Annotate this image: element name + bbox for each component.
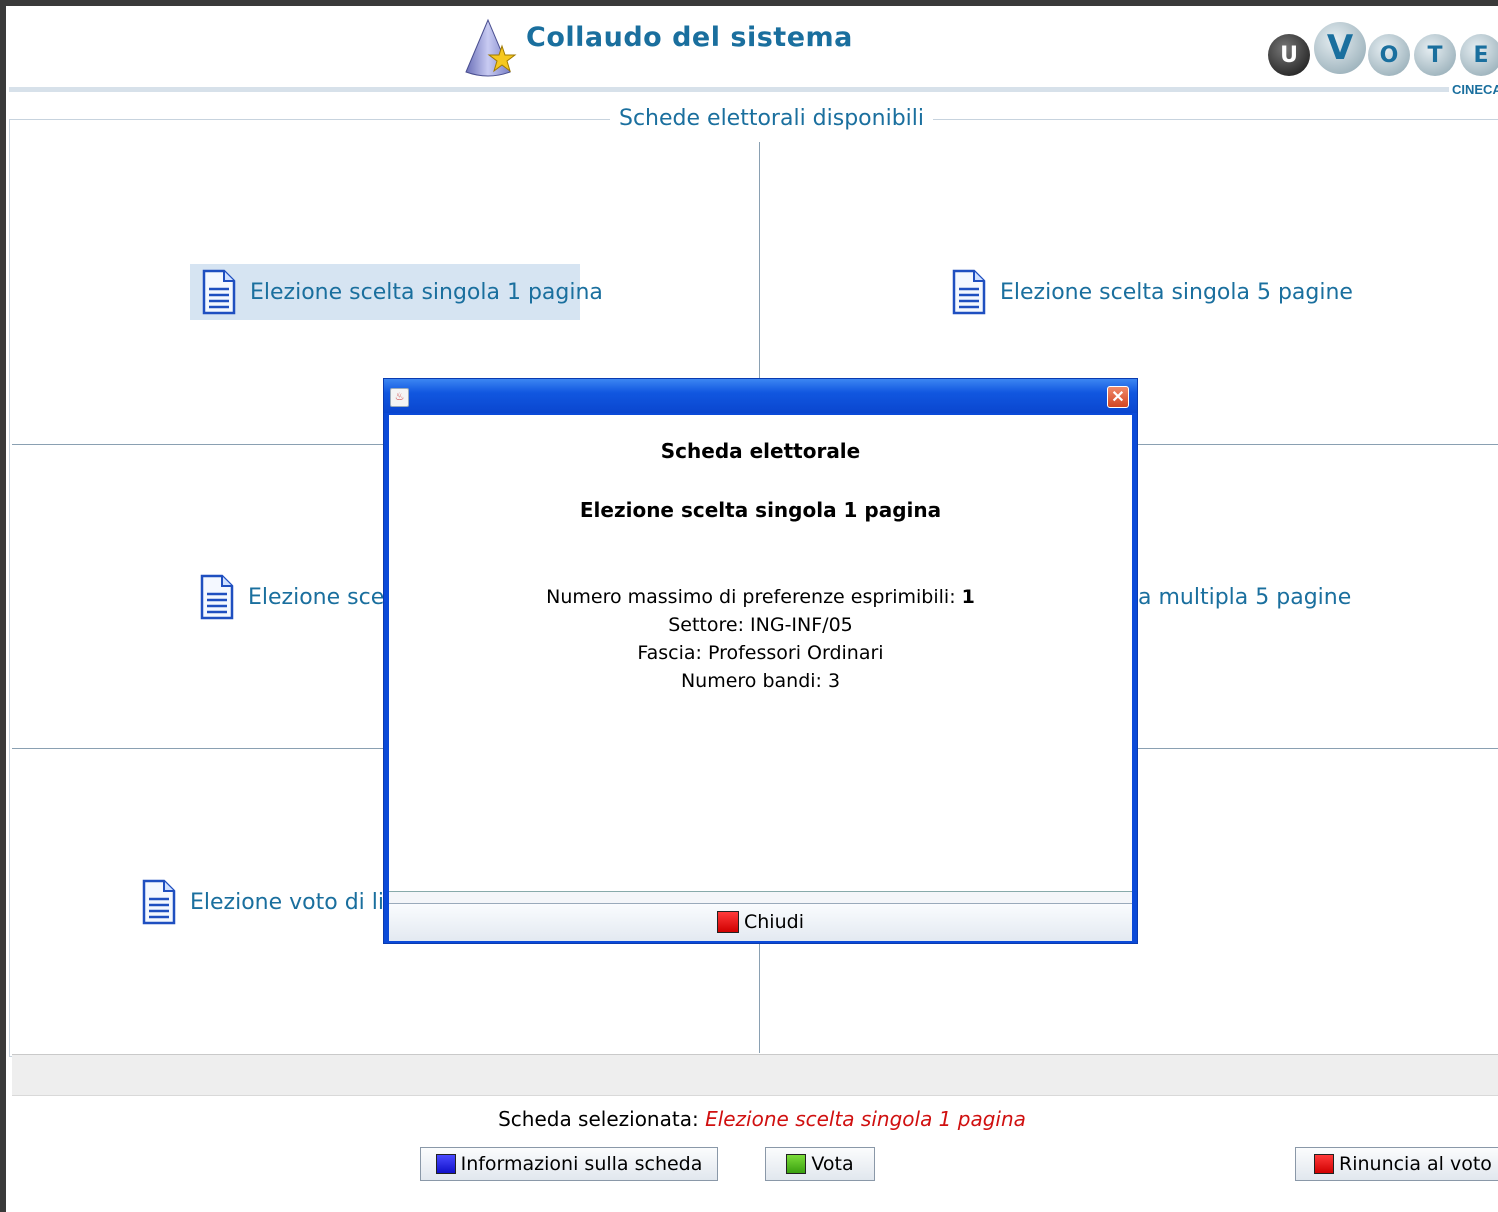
header-divider bbox=[9, 87, 1449, 92]
red-square-icon bbox=[1314, 1154, 1334, 1174]
max-preferences-value: 1 bbox=[961, 586, 975, 608]
document-icon bbox=[142, 879, 176, 925]
dialog-footer: Chiudi bbox=[389, 903, 1132, 941]
blue-square-icon bbox=[435, 1154, 456, 1174]
logo-ball-e: E bbox=[1460, 34, 1498, 76]
renounce-vote-button[interactable]: Rinuncia al voto bbox=[1295, 1147, 1498, 1181]
ballot-group-legend: Schede elettorali disponibili bbox=[610, 106, 933, 131]
ballot-info-dialog: ♨ ✕ Scheda elettorale Elezione scelta si… bbox=[383, 378, 1138, 944]
ballot-item-label: Elezione voto di list bbox=[190, 889, 405, 915]
logo-caption: CINECA bbox=[1452, 82, 1498, 97]
ballot-info-button-label: Informazioni sulla scheda bbox=[460, 1153, 703, 1175]
green-square-icon bbox=[786, 1154, 807, 1174]
status-band bbox=[12, 1054, 1498, 1096]
cone-star-icon bbox=[465, 18, 517, 77]
ballot-item-label: a multipla 5 pagine bbox=[1138, 584, 1352, 610]
selection-value: Elezione scelta singola 1 pagina bbox=[705, 1107, 1026, 1131]
calls-line: Numero bandi: 3 bbox=[680, 670, 841, 692]
page-title: Collaudo del sistema bbox=[526, 22, 853, 53]
ballot-item-label: Elezione scel bbox=[248, 584, 391, 610]
logo-ball-t: T bbox=[1414, 34, 1456, 76]
ballot-item-label: Elezione scelta singola 5 pagine bbox=[1000, 279, 1353, 305]
close-button[interactable]: Chiudi bbox=[717, 909, 804, 935]
sector-line: Settore: ING-INF/05 bbox=[668, 614, 853, 636]
dialog-title: Scheda elettorale bbox=[660, 439, 861, 463]
header: Collaudo del sistema bbox=[460, 16, 853, 80]
document-icon bbox=[200, 574, 234, 620]
band-line: Fascia: Professori Ordinari bbox=[637, 642, 884, 664]
logo-ball-o: O bbox=[1368, 34, 1410, 76]
ballot-item-4[interactable]: a multipla 5 pagine bbox=[1130, 569, 1351, 625]
selection-status: Scheda selezionata: Elezione scelta sing… bbox=[6, 1107, 1498, 1131]
document-icon bbox=[202, 269, 236, 315]
logo-ball-v: V bbox=[1314, 22, 1366, 74]
dialog-subtitle: Elezione scelta singola 1 pagina bbox=[579, 498, 942, 522]
uvote-logo: U V O T E bbox=[1266, 18, 1498, 78]
dialog-footer-gap bbox=[389, 892, 1132, 903]
vote-button-label: Vota bbox=[811, 1153, 854, 1175]
max-preferences-label: Numero massimo di preferenze esprimibili… bbox=[546, 586, 962, 608]
ballot-item-label: Elezione scelta singola 1 pagina bbox=[250, 279, 603, 305]
ballot-info-button[interactable]: Informazioni sulla scheda bbox=[420, 1147, 718, 1181]
red-square-icon bbox=[717, 911, 739, 933]
max-preferences-line: Numero massimo di preferenze esprimibili… bbox=[389, 586, 1132, 608]
dialog-titlebar[interactable]: ♨ ✕ bbox=[384, 379, 1137, 413]
selection-label: Scheda selezionata: bbox=[498, 1107, 699, 1131]
renounce-vote-button-label: Rinuncia al voto bbox=[1339, 1153, 1492, 1175]
vote-button[interactable]: Vota bbox=[765, 1147, 875, 1181]
close-button-label: Chiudi bbox=[744, 911, 804, 933]
document-icon bbox=[952, 269, 986, 315]
dialog-body: Scheda elettorale Elezione scelta singol… bbox=[389, 415, 1132, 892]
logo-ball-u: U bbox=[1268, 34, 1310, 76]
dialog-close-button[interactable]: ✕ bbox=[1107, 386, 1129, 408]
ballot-item-1[interactable]: Elezione scelta singola 1 pagina bbox=[190, 264, 603, 320]
java-icon: ♨ bbox=[390, 388, 409, 407]
ballot-item-3[interactable]: Elezione scel bbox=[188, 569, 390, 625]
ballot-item-5[interactable]: Elezione voto di list bbox=[130, 874, 404, 930]
ballot-item-2[interactable]: Elezione scelta singola 5 pagine bbox=[940, 264, 1353, 320]
close-icon: ✕ bbox=[1111, 389, 1125, 406]
